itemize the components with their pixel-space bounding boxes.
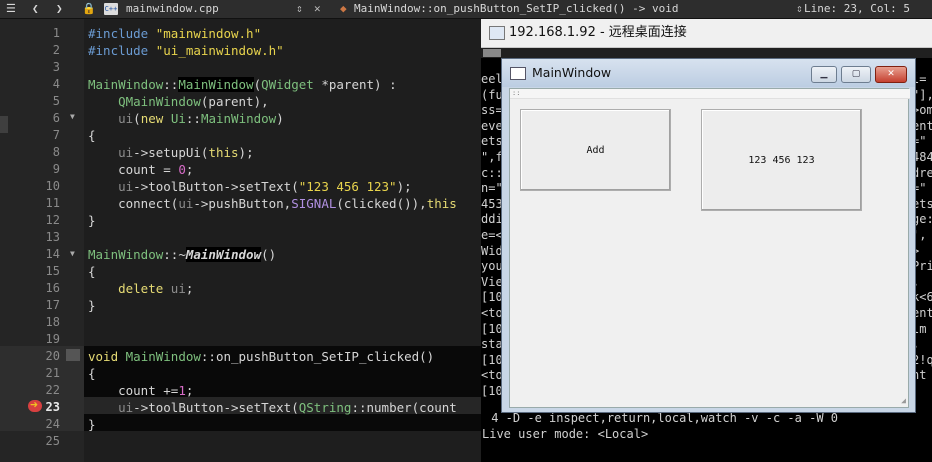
tool-button[interactable]: 123 456 123: [701, 109, 862, 211]
close-icon[interactable]: ✕: [875, 66, 907, 83]
line-number: 2: [52, 43, 60, 57]
file-type-icon: C++: [104, 3, 118, 15]
editor-toolbar: ☰ ❮ ❯ 🔒 C++ mainwindow.cpp ⇕ ✕ ◆ MainWin…: [0, 0, 932, 19]
qt-window-titlebar[interactable]: MainWindow ▁ ▢ ✕: [502, 59, 915, 87]
fold-marker-icon[interactable]: ▼: [70, 249, 75, 258]
console-command-line: 4 -D -e inspect,return,local,watch -v -c…: [484, 411, 839, 425]
console-line: eel: [481, 72, 503, 86]
console-line: <to: [481, 306, 503, 320]
console-line: [10: [481, 321, 503, 336]
line-number: 18: [45, 315, 60, 329]
console-line: Vie: [481, 274, 503, 289]
window-app-icon: [510, 67, 526, 80]
console-line: [10: [481, 290, 503, 305]
console-line: ",f: [481, 150, 503, 164]
line-number: 1: [52, 26, 60, 40]
resize-grip-icon[interactable]: ◢: [901, 396, 906, 405]
line-number: 4: [52, 77, 60, 91]
console-line: you: [481, 259, 503, 274]
console-line: ddi: [481, 212, 503, 227]
line-number: 15: [45, 264, 60, 278]
qt-central-widget: :: Add 123 456 123 ◢: [509, 88, 910, 408]
add-button[interactable]: Add: [520, 109, 671, 191]
line-number: 20: [45, 349, 60, 363]
execution-arrow-icon: ➜: [30, 398, 38, 413]
console-header: [481, 48, 932, 58]
line-number: 5: [52, 94, 60, 108]
line-number: 10: [45, 179, 60, 193]
line-number: 6: [52, 111, 60, 125]
line-number: 13: [45, 230, 60, 244]
console-line: ss=: [481, 103, 503, 118]
line-number: 22: [45, 383, 60, 397]
line-number: 14: [45, 247, 60, 261]
console-line: 453: [481, 196, 503, 211]
console-line: (fu: [481, 87, 503, 102]
console-line: e=<: [481, 228, 503, 242]
line-number: 7: [52, 128, 60, 142]
line-number: 19: [45, 332, 60, 346]
function-icon: ◆: [340, 2, 347, 15]
fold-highlight: [66, 349, 80, 361]
line-number: 21: [45, 366, 60, 380]
console-line: ets: [481, 134, 503, 149]
console-line: <to: [481, 368, 503, 383]
cursor-position[interactable]: Line: 23, Col: 5: [804, 0, 910, 18]
console-line: [10: [481, 352, 503, 367]
console-line: n=": [481, 181, 503, 196]
line-number: 17: [45, 298, 60, 312]
line-number: 25: [45, 434, 60, 448]
menu-icon[interactable]: ☰: [6, 0, 16, 18]
file-tab[interactable]: mainwindow.cpp: [126, 0, 219, 18]
console-icon: [483, 49, 501, 57]
lock-icon: 🔒: [82, 2, 96, 15]
line-number: 16: [45, 281, 60, 295]
remote-desktop-titlebar: 192.168.1.92 - 远程桌面连接: [481, 19, 932, 48]
code-text: #include "mainwindow.h" #include "ui_mai…: [88, 26, 457, 432]
back-arrow-icon[interactable]: ❮: [32, 0, 39, 18]
function-dropdown-icon[interactable]: ⇕: [796, 0, 803, 18]
line-number: 11: [45, 196, 60, 210]
minimize-icon[interactable]: ▁: [811, 66, 837, 83]
console-line: [10: [481, 384, 503, 398]
line-number: 24: [45, 417, 60, 431]
line-number: 8: [52, 145, 60, 159]
current-scope-marker: [0, 116, 8, 133]
forward-arrow-icon[interactable]: ❯: [56, 0, 63, 18]
line-number: 12: [45, 213, 60, 227]
function-selector[interactable]: MainWindow::on_pushButton_SetIP_clicked(…: [354, 0, 679, 18]
console-line: c::: [481, 165, 503, 180]
qt-main-window[interactable]: MainWindow ▁ ▢ ✕ :: Add 123 456 123 ◢: [501, 58, 916, 413]
remote-desktop-title: 192.168.1.92 - 远程桌面连接: [509, 25, 687, 40]
console-line: Wid: [481, 243, 503, 258]
remote-desktop-icon: [489, 26, 505, 40]
qt-window-title: MainWindow: [532, 65, 612, 80]
qt-menubar[interactable]: ::: [510, 89, 910, 99]
fold-marker-icon[interactable]: ▼: [70, 112, 75, 121]
maximize-icon[interactable]: ▢: [841, 66, 871, 83]
console-text-left: eel (fu ss= eve ets ",f c:: n=" 453 ddi e=< Wid you V…: [481, 72, 503, 402]
close-file-icon[interactable]: ✕: [314, 0, 321, 18]
console-line: eve: [481, 118, 503, 133]
line-number: 3: [52, 60, 60, 74]
line-number: 9: [52, 162, 60, 176]
console-cutoff: [482, 446, 932, 460]
file-dropdown-icon[interactable]: ⇕: [296, 0, 303, 18]
console-line: sta: [481, 337, 503, 352]
console-mode-line: Live user mode: <Local>: [482, 427, 649, 441]
